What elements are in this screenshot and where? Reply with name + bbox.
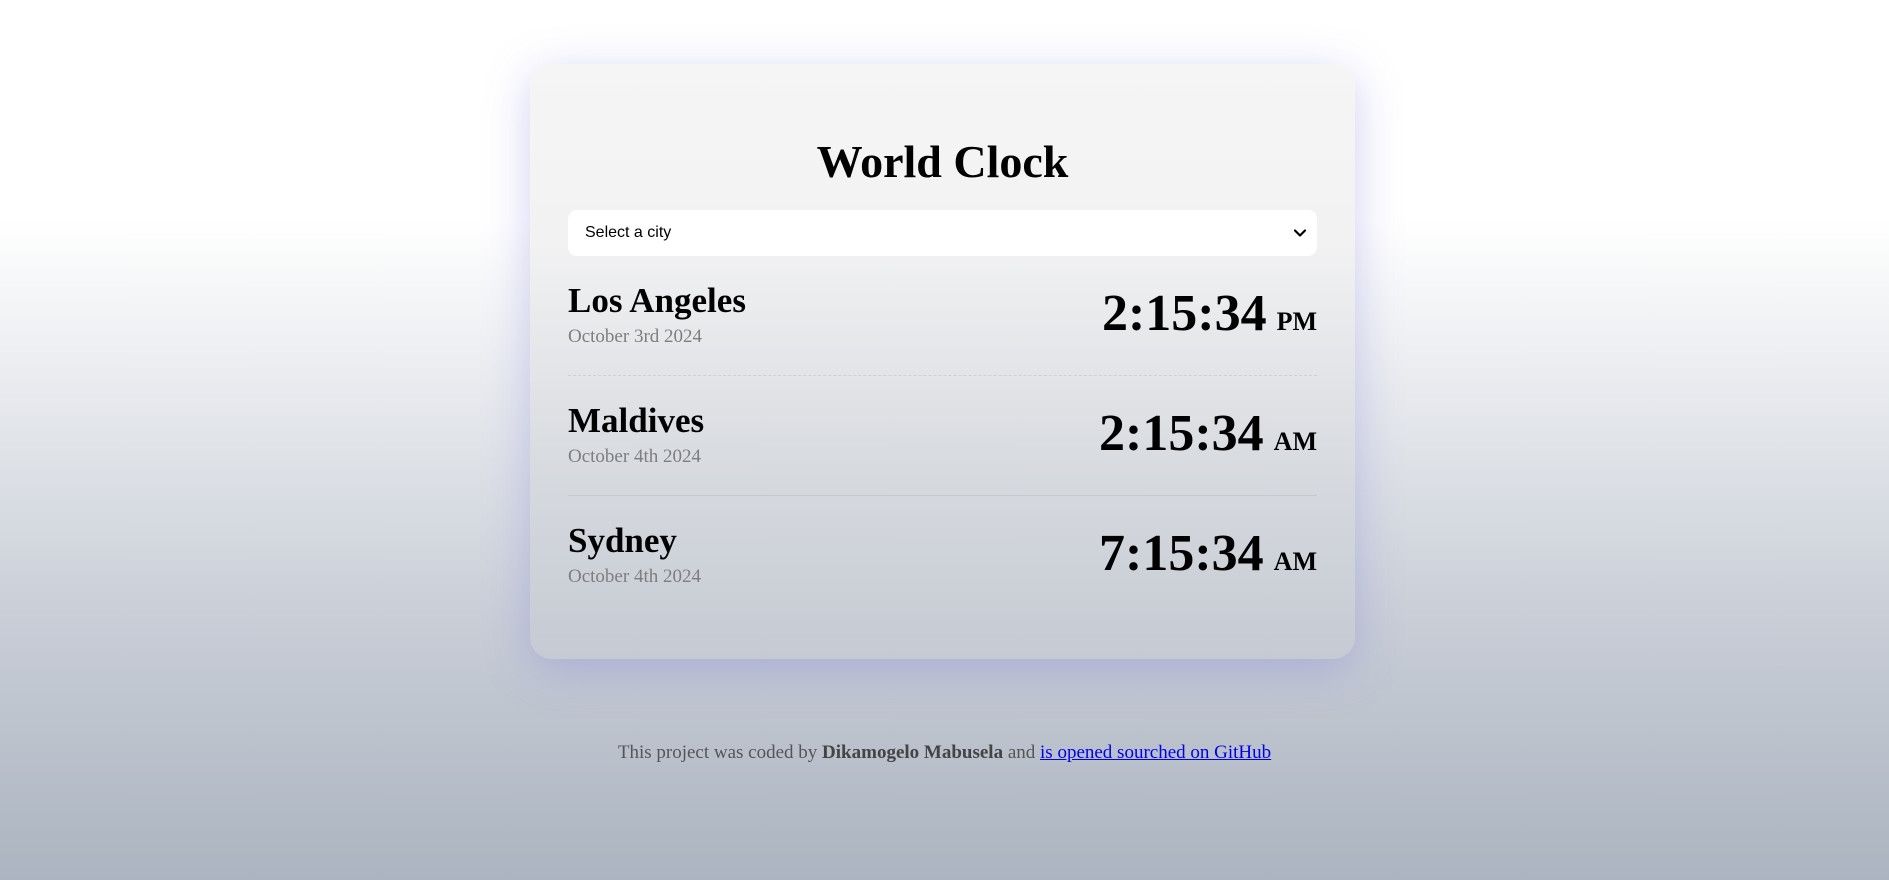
time-value: 2:15:34 — [1099, 405, 1264, 462]
city-row-sydney: Sydney October 4th 2024 7:15:34 AM — [568, 496, 1317, 616]
city-time: 7:15:34 AM — [1099, 524, 1317, 584]
city-date: October 4th 2024 — [568, 566, 701, 587]
footer-author: Dikamogelo Mabusela — [822, 742, 1004, 763]
footer-joiner: and — [1007, 742, 1036, 763]
github-link[interactable]: is opened sourched on GitHub — [1040, 742, 1271, 763]
city-date: October 4th 2024 — [568, 446, 701, 467]
footer: This project was coded by Dikamogelo Mab… — [0, 742, 1889, 764]
time-ampm: PM — [1276, 307, 1317, 336]
time-value: 2:15:34 — [1101, 285, 1267, 342]
city-select[interactable]: Select a city — [568, 210, 1317, 256]
city-time: 2:15:34 PM — [1102, 284, 1317, 344]
time-value: 7:15:34 — [1099, 525, 1264, 582]
footer-prefix: This project was coded by — [617, 742, 818, 763]
page-title: World Clock — [816, 136, 1069, 187]
city-row-maldives: Maldives October 4th 2024 2:15:34 AM — [568, 376, 1317, 496]
city-name: Maldives — [568, 401, 705, 440]
city-name: Los Angeles — [568, 281, 746, 320]
city-select-value: Select a city — [585, 224, 672, 241]
time-ampm: AM — [1273, 427, 1317, 456]
city-name: Sydney — [568, 521, 677, 560]
world-clock-card: World Clock Select a city Los Angeles Oc… — [530, 64, 1355, 659]
city-time: 2:15:34 AM — [1099, 404, 1317, 464]
city-row-los-angeles: Los Angeles October 3rd 2024 2:15:34 PM — [568, 256, 1317, 376]
chevron-down-icon — [1293, 229, 1307, 237]
time-ampm: AM — [1273, 547, 1317, 576]
city-date: October 3rd 2024 — [568, 326, 703, 347]
